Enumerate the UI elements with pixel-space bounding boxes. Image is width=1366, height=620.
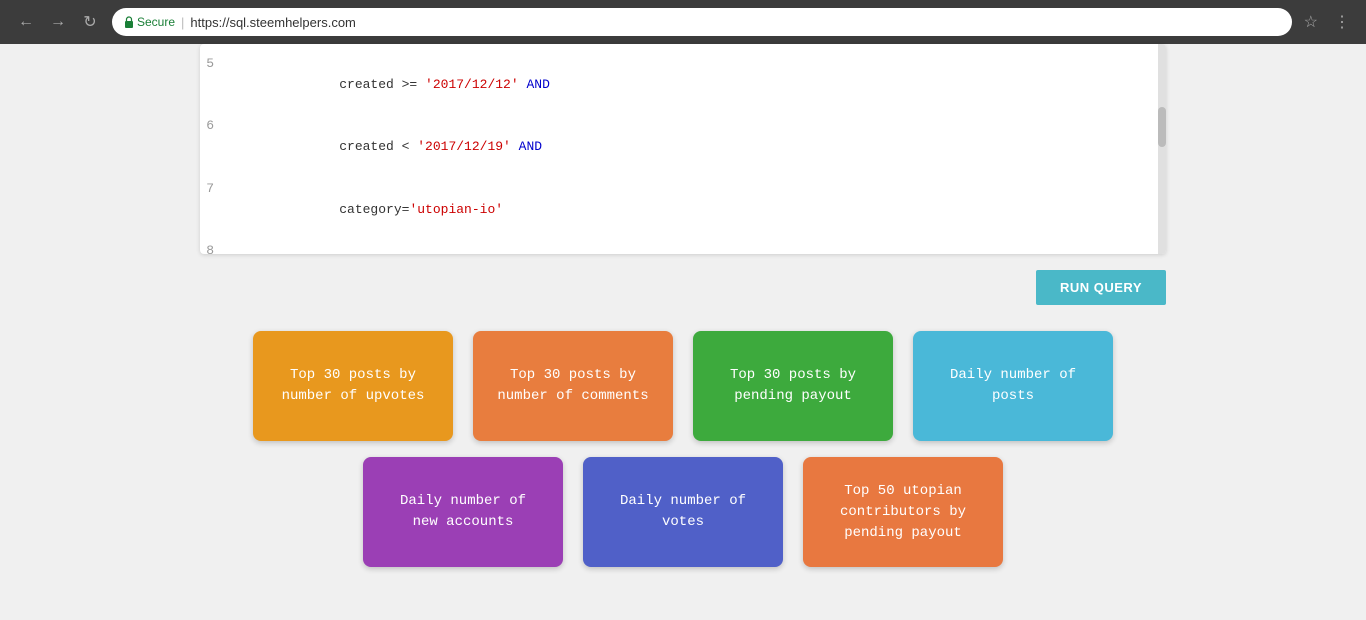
forward-button[interactable]: → xyxy=(44,8,72,36)
card-upvotes-label: Top 30 posts bynumber of upvotes xyxy=(282,365,425,407)
secure-label: Secure xyxy=(137,15,175,29)
code-editor-wrapper: 5 created >= '2017/12/12' AND 6 created … xyxy=(200,44,1166,254)
code-indent: created >= xyxy=(308,77,425,92)
menu-button[interactable]: ⋮ xyxy=(1330,8,1354,36)
nav-buttons: ← → ↻ xyxy=(12,8,104,36)
card-utopian[interactable]: Top 50 utopian contributors by pending p… xyxy=(803,457,1003,567)
line-number-8: 8 xyxy=(200,241,230,254)
page-content: 5 created >= '2017/12/12' AND 6 created … xyxy=(0,44,1366,620)
line-number-6: 6 xyxy=(200,116,230,137)
code-line-5: 5 created >= '2017/12/12' AND xyxy=(200,54,1166,116)
code-text-8: ORDER BY pending_payout_value DESC xyxy=(230,241,573,254)
back-button[interactable]: ← xyxy=(12,8,40,36)
url-separator: | xyxy=(181,15,184,30)
code-category: category= xyxy=(308,202,409,217)
cards-row-2: Daily number ofnew accounts Daily number… xyxy=(200,457,1166,567)
card-utopian-label: Top 50 utopian contributors by pending p… xyxy=(819,481,987,544)
card-upvotes[interactable]: Top 30 posts bynumber of upvotes xyxy=(253,331,453,441)
card-votes-label: Daily number ofvotes xyxy=(620,491,746,533)
browser-actions: ☆ ⋮ xyxy=(1300,8,1354,36)
code-indent-2: created < xyxy=(308,139,417,154)
scrollbar-track xyxy=(1158,44,1166,254)
code-editor[interactable]: 5 created >= '2017/12/12' AND 6 created … xyxy=(200,44,1166,254)
card-votes[interactable]: Daily number ofvotes xyxy=(583,457,783,567)
code-kw-and2: AND xyxy=(511,139,542,154)
code-text-6: created < '2017/12/19' AND xyxy=(230,116,542,178)
secure-badge: Secure xyxy=(124,15,175,29)
browser-toolbar: ← → ↻ Secure | https://sql.steemhelpers.… xyxy=(0,0,1366,44)
star-button[interactable]: ☆ xyxy=(1300,8,1322,36)
line-number-5: 5 xyxy=(200,54,230,75)
code-string-category: 'utopian-io' xyxy=(409,202,503,217)
code-line-8: 8 ORDER BY pending_payout_value DESC xyxy=(200,241,1166,254)
card-daily-posts[interactable]: Daily number ofposts xyxy=(913,331,1113,441)
code-string-date1: '2017/12/12' xyxy=(425,77,519,92)
card-comments-label: Top 30 posts bynumber of comments xyxy=(497,365,648,407)
card-new-accounts-label: Daily number ofnew accounts xyxy=(400,491,526,533)
url-text: https://sql.steemhelpers.com xyxy=(190,15,355,30)
code-text-5: created >= '2017/12/12' AND xyxy=(230,54,550,116)
run-query-button[interactable]: RUN QUERY xyxy=(1036,270,1166,305)
code-line-6: 6 created < '2017/12/19' AND xyxy=(200,116,1166,178)
scrollbar-thumb[interactable] xyxy=(1158,107,1166,147)
cards-section: Top 30 posts bynumber of upvotes Top 30 … xyxy=(0,321,1366,577)
card-pending-payout-label: Top 30 posts bypending payout xyxy=(730,365,856,407)
code-line-7: 7 category='utopian-io' xyxy=(200,179,1166,241)
run-query-section: RUN QUERY xyxy=(0,254,1366,321)
cards-row-1: Top 30 posts bynumber of upvotes Top 30 … xyxy=(200,331,1166,441)
card-new-accounts[interactable]: Daily number ofnew accounts xyxy=(363,457,563,567)
code-string-date2: '2017/12/19' xyxy=(417,139,511,154)
card-daily-posts-label: Daily number ofposts xyxy=(950,365,1076,407)
code-text-7: category='utopian-io' xyxy=(230,179,503,241)
line-number-7: 7 xyxy=(200,179,230,200)
address-bar[interactable]: Secure | https://sql.steemhelpers.com xyxy=(112,8,1292,36)
reload-button[interactable]: ↻ xyxy=(76,8,104,36)
code-kw-and1: AND xyxy=(519,77,550,92)
card-comments[interactable]: Top 30 posts bynumber of comments xyxy=(473,331,673,441)
card-pending-payout[interactable]: Top 30 posts bypending payout xyxy=(693,331,893,441)
